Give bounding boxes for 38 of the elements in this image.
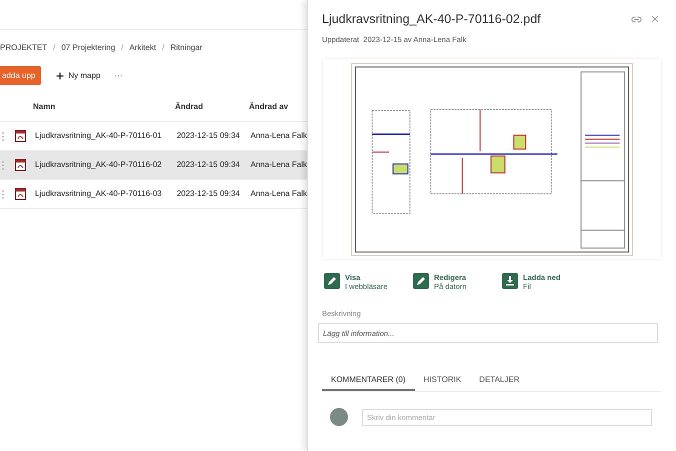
- drag-handle-icon[interactable]: [2, 160, 4, 170]
- file-name[interactable]: Ljudkravsritning_AK-40-P-70116-02: [35, 159, 177, 171]
- breadcrumb-link[interactable]: PROJEKTET: [0, 42, 48, 54]
- drag-handle-icon[interactable]: [2, 190, 4, 198]
- breadcrumb-separator: /: [162, 42, 164, 54]
- file-row[interactable]: Ljudkravsritning_AK-40-P-70116-02 2023-12-15 09:34 Anna-Lena Falk: [0, 151, 307, 180]
- tab[interactable]: DETALJER: [470, 371, 528, 392]
- modified-by: Anna-Lena Falk: [250, 130, 307, 142]
- pdf-file-icon: [15, 188, 26, 200]
- breadcrumb-link[interactable]: Arkitekt: [129, 42, 156, 54]
- file-name[interactable]: Ljudkravsritning_AK-40-P-70116-03: [35, 188, 177, 200]
- breadcrumb-separator: /: [121, 42, 124, 54]
- pencil-icon: [324, 273, 340, 289]
- tab[interactable]: HISTORIK: [414, 371, 470, 392]
- pdf-file-icon: [15, 159, 26, 171]
- column-header[interactable]: Namn: [33, 101, 175, 113]
- panel-title: Ljudkravsritning_AK-40-P-70116-02.pdf: [322, 11, 542, 28]
- file-name[interactable]: Ljudkravsritning_AK-40-P-70116-01: [35, 130, 177, 142]
- modified-date: 2023-12-15 09:34: [176, 159, 241, 171]
- modified-by: Anna-Lena Falk: [250, 159, 307, 171]
- avatar: [330, 408, 348, 426]
- column-header[interactable]: Ändrad: [175, 101, 249, 113]
- breadcrumb-link[interactable]: 07 Projektering: [61, 42, 116, 54]
- more-button[interactable]: ···: [114, 70, 122, 82]
- pencil-icon: [413, 273, 429, 289]
- plus-icon: [55, 70, 66, 80]
- close-icon[interactable]: [650, 14, 660, 24]
- column-header[interactable]: Ändrad av: [249, 101, 288, 113]
- modified-by: Anna-Lena Falk: [250, 188, 307, 200]
- modified-date: 2023-12-15 09:34: [176, 130, 241, 142]
- tab[interactable]: KOMMENTARER (0): [322, 371, 415, 392]
- breadcrumb-link[interactable]: Ritningar: [170, 42, 202, 54]
- breadcrumb-separator: /: [53, 42, 56, 54]
- drag-handle-icon[interactable]: [2, 132, 4, 140]
- new-folder-button[interactable]: Ny mapp: [55, 70, 100, 82]
- modified-date: 2023-12-15 09:34: [176, 188, 241, 200]
- download-icon: [502, 273, 518, 289]
- pdf-file-icon: [15, 130, 26, 142]
